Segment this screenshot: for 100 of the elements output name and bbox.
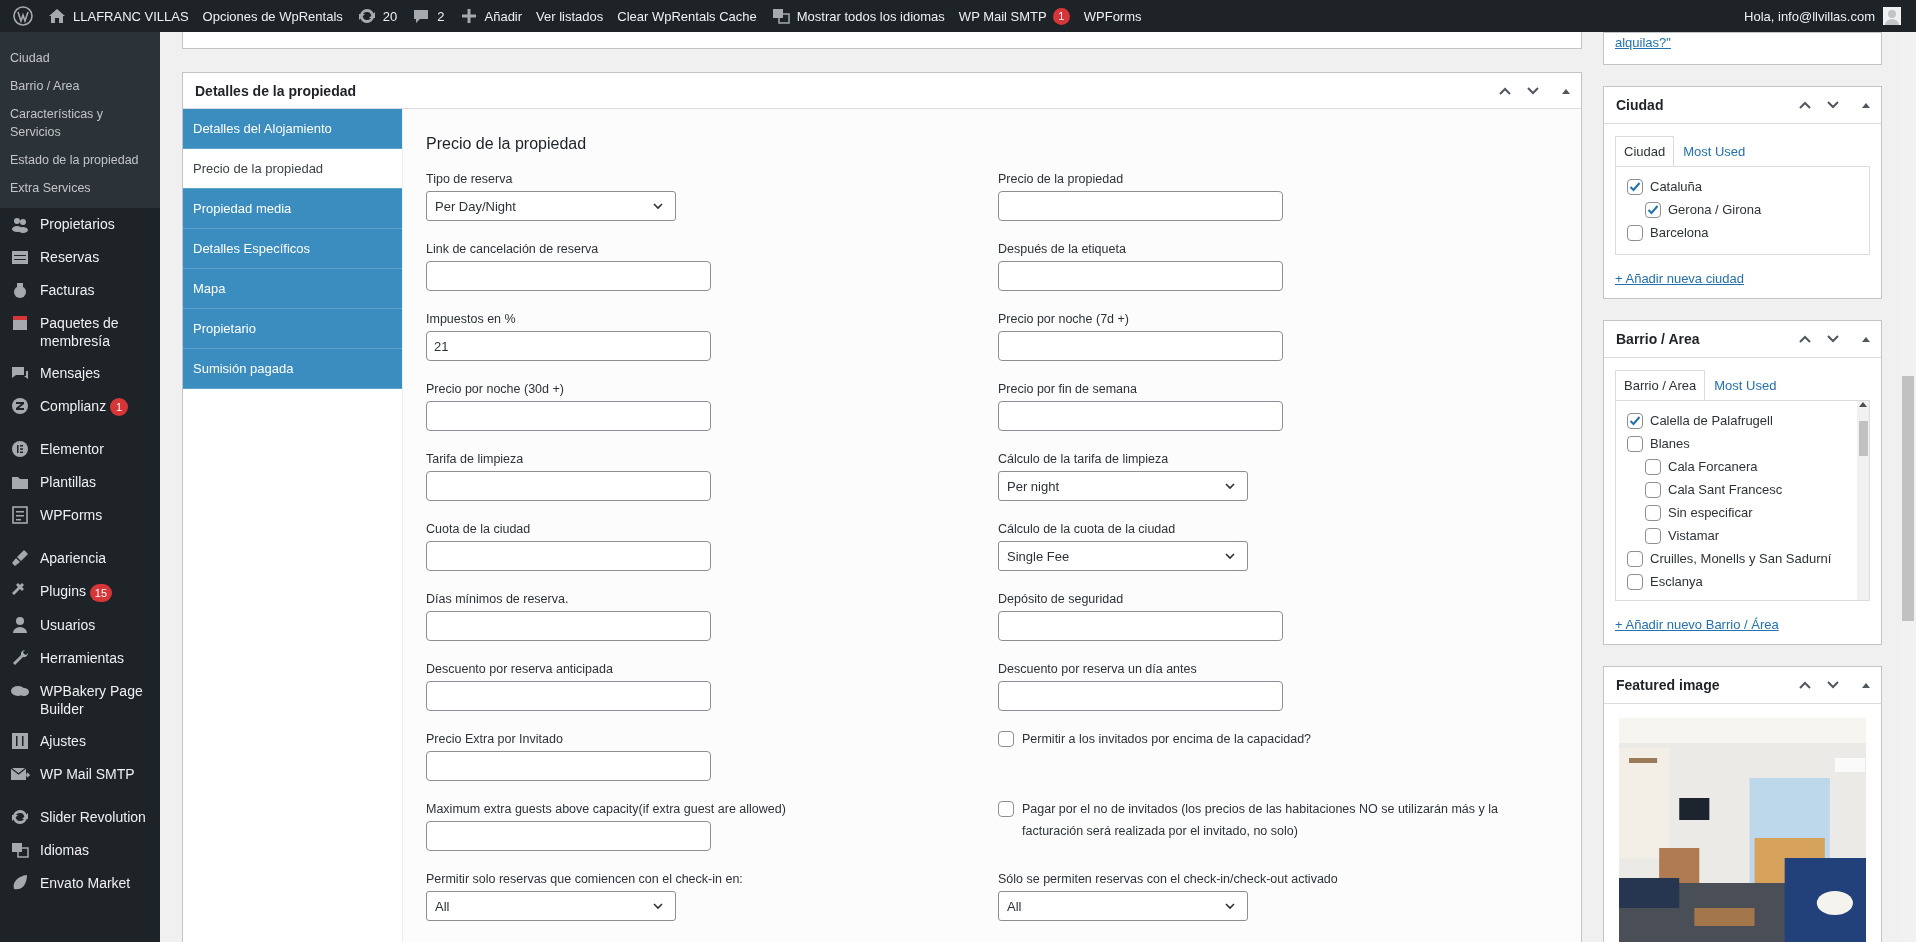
select-field[interactable]: Single Fee — [998, 541, 1248, 571]
menu-item[interactable]: Usuarios — [0, 608, 160, 642]
toolbar-link[interactable]: Clear WpRentals Cache — [610, 0, 764, 32]
input-field[interactable] — [426, 541, 711, 571]
input-field[interactable] — [426, 681, 711, 711]
link[interactable]: alquilas?" — [1615, 35, 1671, 50]
input-field[interactable] — [426, 261, 711, 291]
select-field[interactable]: Per Day/Night — [426, 191, 676, 221]
tab[interactable]: Mapa — [183, 269, 402, 309]
field-label: Tipo de reserva — [426, 171, 513, 187]
checkbox[interactable] — [998, 801, 1014, 817]
toolbar-link[interactable]: WPForms — [1076, 0, 1149, 32]
input-field[interactable] — [426, 821, 711, 851]
checkbox[interactable] — [1645, 504, 1661, 521]
arrow-up-icon[interactable] — [1859, 401, 1867, 407]
toolbar-link[interactable]: 2 — [404, 0, 452, 32]
tab[interactable]: Detalles del Alojamiento — [183, 109, 402, 149]
tab[interactable]: Ciudad — [1615, 136, 1675, 167]
field-label: Precio Extra por Invitado — [426, 731, 563, 747]
scroll-thumb[interactable] — [1858, 421, 1868, 456]
menu-item[interactable]: Facturas — [0, 274, 160, 307]
checkbox[interactable] — [1645, 201, 1661, 218]
menu-item[interactable]: Idiomas — [0, 833, 160, 867]
checkbox[interactable] — [1645, 481, 1661, 498]
scroll-thumb[interactable] — [1902, 376, 1914, 621]
menu-item[interactable]: Elementor — [0, 433, 160, 467]
field-label: Descuento por reserva un día antes — [998, 661, 1197, 677]
checkbox[interactable] — [1627, 178, 1643, 195]
checkbox[interactable] — [1627, 412, 1643, 429]
menu-item[interactable]: Herramientas — [0, 641, 160, 675]
input-field[interactable] — [998, 611, 1283, 641]
input-field[interactable] — [426, 751, 711, 781]
input-field[interactable] — [998, 261, 1283, 291]
tab[interactable]: Propietario — [183, 309, 402, 349]
box-title: Barrio / Area — [1616, 331, 1700, 347]
field-label: Impuestos en % — [426, 311, 516, 327]
checkbox[interactable] — [1627, 435, 1643, 452]
checkbox[interactable] — [1645, 527, 1661, 544]
menu-item[interactable]: Reservas — [0, 241, 160, 274]
menu-item[interactable]: WPForms — [0, 499, 160, 533]
toolbar-link[interactable]: Mostrar todos los idiomas — [763, 0, 952, 32]
toolbar-link[interactable]: Opciones de WpRentals — [195, 0, 350, 32]
toolbar-link[interactable]: Ver listados — [529, 0, 611, 32]
select-field[interactable]: All — [998, 891, 1248, 921]
menu-item[interactable]: Paquetes de membresía — [0, 307, 160, 357]
toolbar-link[interactable]: Añadir — [451, 0, 530, 32]
scrollbar[interactable] — [1857, 401, 1869, 600]
input-field[interactable] — [998, 401, 1283, 431]
checkbox[interactable] — [1645, 458, 1661, 475]
tab[interactable]: Sumisión pagada — [183, 349, 402, 389]
checkbox[interactable] — [1627, 550, 1643, 567]
add-link[interactable]: + Añadir nueva ciudad — [1615, 271, 1745, 286]
menu-item[interactable]: Plugins 15 — [0, 575, 160, 609]
submenu-item[interactable]: Características y Servicios — [0, 100, 158, 146]
submenu-item[interactable]: Estado de la propiedad — [0, 146, 158, 174]
add-link[interactable]: + Añadir nuevo Barrio / Área — [1615, 617, 1779, 632]
box-title: Detalles de la propiedad — [195, 82, 357, 99]
menu-item[interactable]: Slider Revolution — [0, 800, 160, 834]
field-label: Link de cancelación de reserva — [426, 241, 599, 257]
user-icon — [10, 614, 30, 635]
toolbar-link[interactable]: LLAFRANC VILLAS — [40, 0, 196, 32]
checkbox[interactable] — [998, 731, 1014, 747]
toolbar-link[interactable]: WP Mail SMTP 1 — [951, 0, 1077, 32]
field-label: Maximum extra guests above capacity(if extra guest are allowed) — [426, 801, 786, 817]
tab[interactable]: Barrio / Area — [1615, 370, 1706, 401]
sliders-icon — [10, 730, 30, 751]
box-title: Ciudad — [1616, 97, 1664, 113]
tab[interactable]: Most Used — [1705, 370, 1786, 401]
section-title: Precio de la propiedad — [426, 135, 588, 153]
tab[interactable]: Detalles Específicos — [183, 229, 402, 269]
tab[interactable]: Propiedad media — [183, 189, 402, 229]
menu-item[interactable]: Ajustes — [0, 724, 160, 758]
toolbar-link[interactable]: 20 — [349, 0, 405, 32]
checkbox[interactable] — [1627, 573, 1643, 590]
select-field[interactable]: Per night — [998, 471, 1248, 501]
input-field[interactable] — [998, 681, 1283, 711]
menu-item[interactable]: Complianz 1 — [0, 390, 160, 424]
input-field[interactable] — [426, 471, 711, 501]
checkbox-label: Permitir a los invitados por encima de la capacidad? — [1022, 731, 1312, 748]
input-field[interactable] — [998, 331, 1283, 361]
field-label: Cuota de la ciudad — [426, 521, 531, 537]
input-field[interactable]: 21 — [426, 331, 711, 361]
menu-item[interactable]: Plantillas — [0, 466, 160, 500]
menu-item[interactable]: Envato Market — [0, 866, 160, 900]
menu-item[interactable]: WP Mail SMTP — [0, 757, 160, 791]
checkbox[interactable] — [1627, 224, 1643, 241]
input-field[interactable] — [998, 191, 1283, 221]
submenu-item[interactable]: Extra Services — [0, 174, 158, 202]
menu-item[interactable]: Propietarios — [0, 208, 160, 241]
submenu-item[interactable]: Barrio / Area — [0, 72, 158, 100]
input-field[interactable] — [426, 611, 711, 641]
menu-item[interactable]: Apariencia — [0, 542, 160, 576]
menu-item[interactable]: WPBakery Page Builder — [0, 674, 160, 725]
box-title: Featured image — [1616, 677, 1720, 693]
menu-item[interactable]: Mensajes — [0, 357, 160, 390]
tab[interactable]: Most Used — [1674, 136, 1755, 167]
account-menu[interactable]: Hola, info@llvillas.com — [1737, 0, 1908, 32]
submenu-item[interactable]: Ciudad — [0, 44, 158, 72]
select-field[interactable]: All — [426, 891, 676, 921]
input-field[interactable] — [426, 401, 711, 431]
